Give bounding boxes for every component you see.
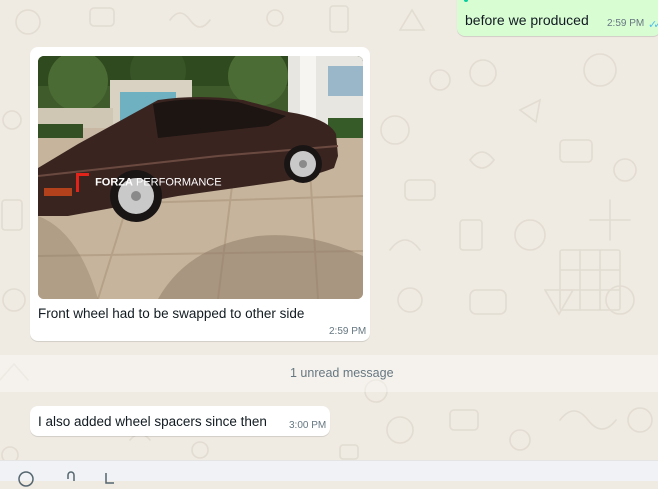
- incoming-image-message-bubble[interactable]: FORZA PERFORMANCE Front wheel had to be …: [30, 47, 370, 341]
- watermark-brand-bold: FORZA: [95, 176, 133, 189]
- read-receipt-icon: ✓✓: [648, 19, 658, 31]
- image-caption: Front wheel had to be swapped to other s…: [38, 306, 305, 321]
- emoji-icon[interactable]: [18, 471, 34, 489]
- message-time: 3:00 PM: [289, 420, 327, 431]
- outgoing-message-bubble[interactable]: before we produced 2:59 PM ✓✓: [457, 0, 658, 36]
- message-composer: [0, 460, 658, 487]
- message-text: I also added wheel spacers since then: [38, 414, 267, 429]
- watermark-logo: FORZA PERFORMANCE: [76, 173, 222, 192]
- message-time: 2:59 PM: [329, 326, 367, 337]
- message-photo[interactable]: FORZA PERFORMANCE: [38, 56, 363, 299]
- sticker-icon[interactable]: [104, 471, 116, 489]
- message-time: 2:59 PM: [607, 18, 645, 29]
- incoming-message-bubble[interactable]: I also added wheel spacers since then 3:…: [30, 406, 330, 436]
- forza-logo-icon: [76, 173, 89, 192]
- attach-icon[interactable]: [65, 471, 77, 489]
- unread-messages-divider: 1 unread message: [290, 366, 394, 380]
- quoted-message-bar: [464, 0, 468, 2]
- watermark-brand-light: PERFORMANCE: [132, 176, 222, 189]
- message-text: before we produced: [465, 12, 589, 28]
